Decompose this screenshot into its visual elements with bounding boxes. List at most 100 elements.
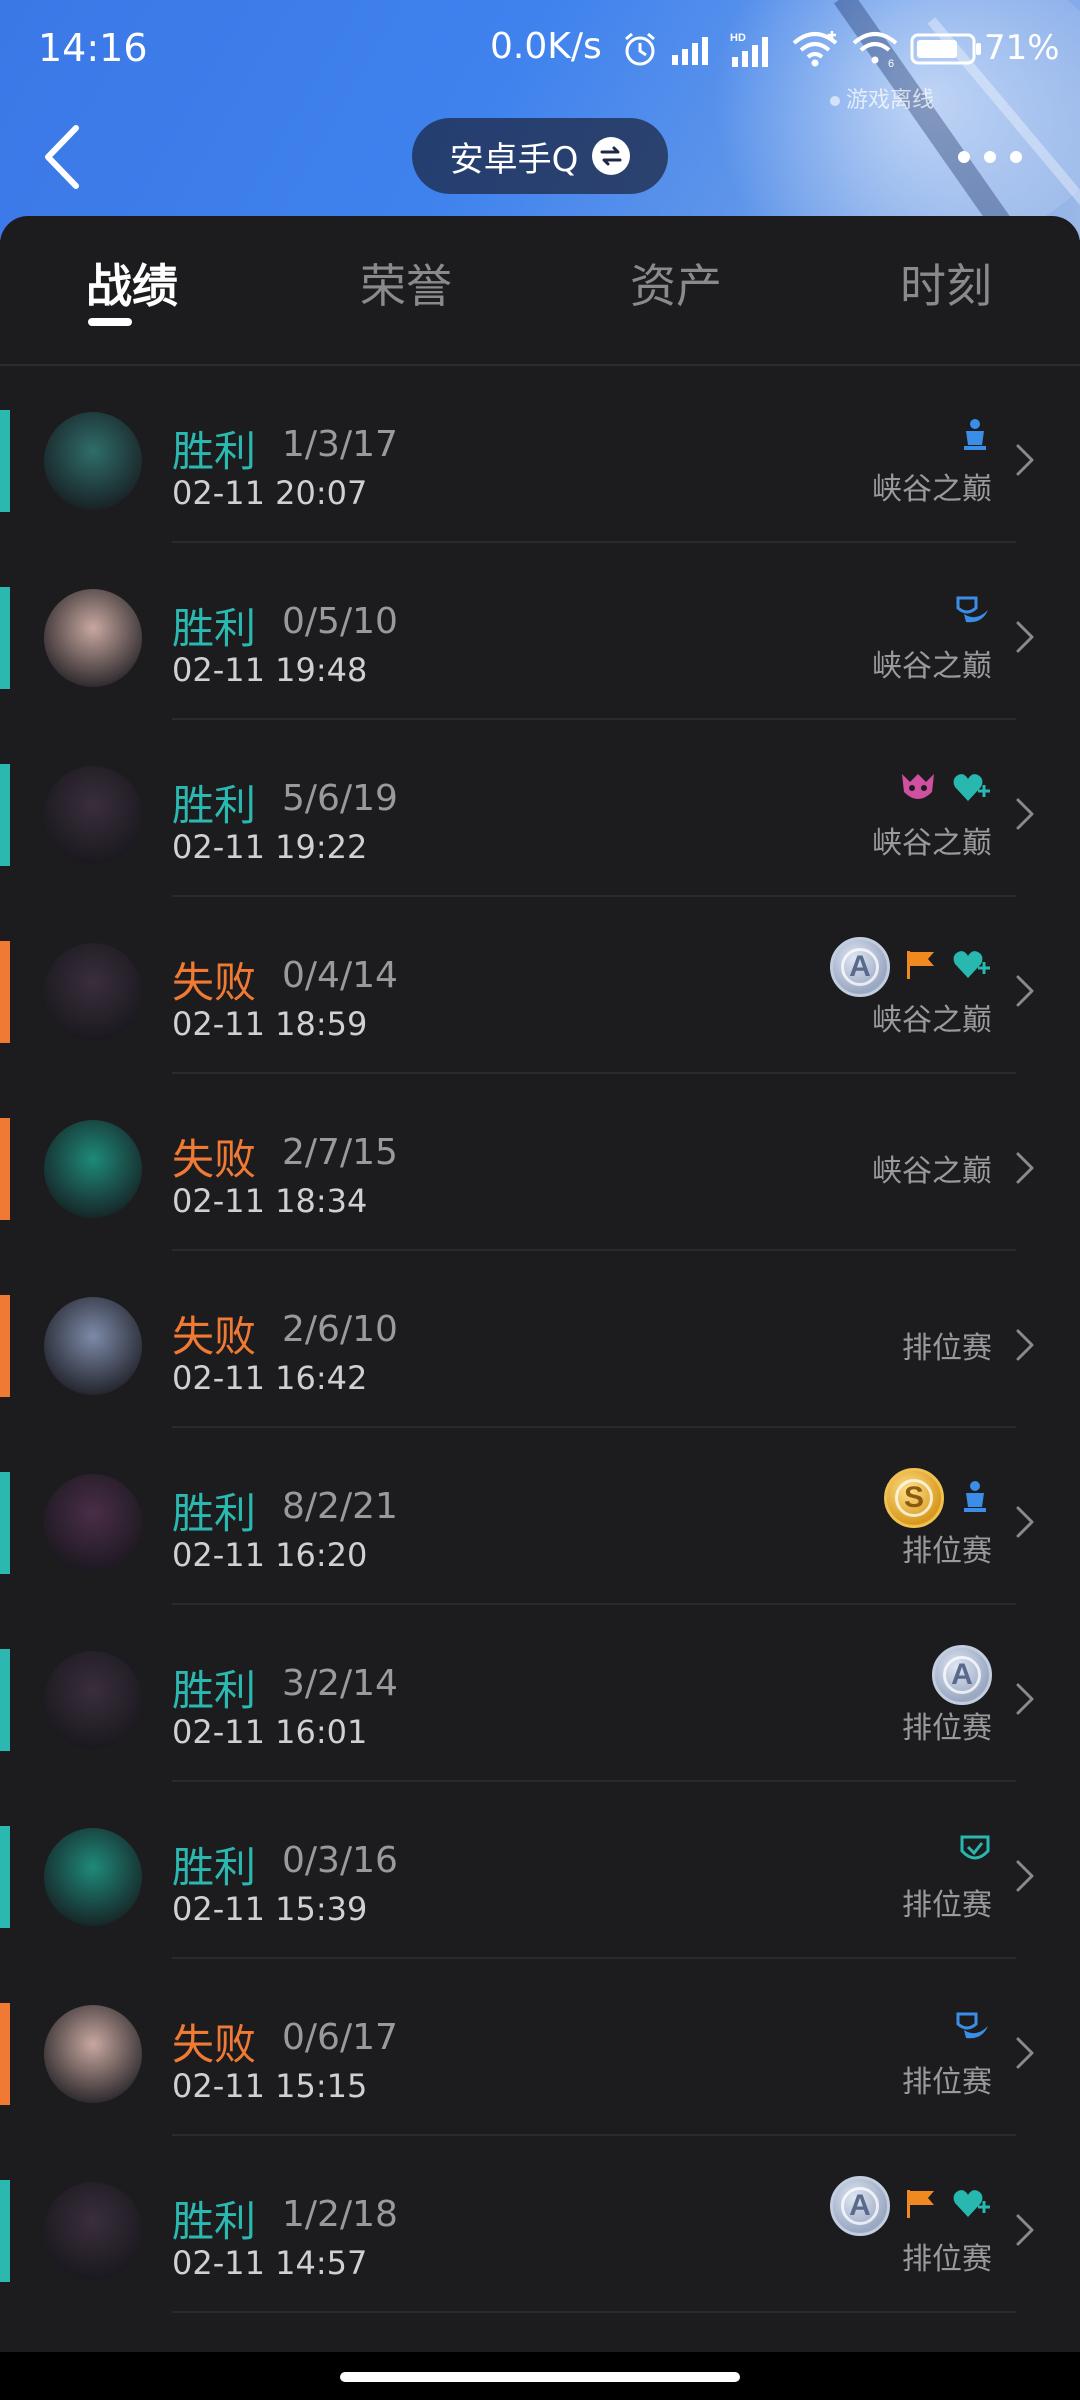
- match-kda: 3/2/14: [282, 1663, 398, 1704]
- mvp-figure-icon: [958, 1479, 992, 1517]
- match-datetime: 02-11 18:34: [172, 1182, 368, 1220]
- status-time: 14:16: [38, 26, 148, 70]
- home-indicator[interactable]: [340, 2372, 740, 2382]
- match-mode: 排位赛: [902, 1888, 992, 1923]
- outcome-indicator-bar: [0, 410, 10, 512]
- match-row[interactable]: 胜利 0/5/10 02-11 19:48 峡谷之巅: [0, 543, 1080, 720]
- hero-avatar: [44, 766, 142, 864]
- svg-text:HD: HD: [730, 32, 746, 44]
- match-row[interactable]: 胜利 1/3/17 02-11 20:07 峡谷之巅: [0, 366, 1080, 543]
- tab-assets[interactable]: 资产: [630, 250, 722, 316]
- outcome-indicator-bar: [0, 2180, 10, 2282]
- hero-avatar: [44, 2182, 142, 2280]
- chevron-right-icon: [1016, 2214, 1034, 2246]
- tab-indicator: [88, 318, 132, 326]
- match-badges: S: [884, 1468, 992, 1528]
- mvp-figure-icon: [958, 417, 992, 455]
- outcome-indicator-bar: [0, 1826, 10, 1928]
- match-mode: 峡谷之巅: [872, 649, 992, 684]
- chevron-right-icon: [1016, 2037, 1034, 2069]
- hero-avatar: [44, 943, 142, 1041]
- match-kda: 0/4/14: [282, 955, 398, 996]
- match-kda: 1/3/17: [282, 424, 398, 465]
- medal-s-icon: S: [884, 1468, 944, 1528]
- match-kda: 1/2/18: [282, 2194, 398, 2235]
- match-row[interactable]: 失败 2/6/10 02-11 16:42 排位赛: [0, 1251, 1080, 1428]
- match-mode: 排位赛: [902, 1331, 992, 1366]
- more-dot-icon: [984, 151, 996, 163]
- match-mode: 峡谷之巅: [872, 472, 992, 507]
- tab-honor[interactable]: 荣誉: [360, 250, 452, 316]
- match-row[interactable]: 胜利 0/3/16 02-11 15:39 排位赛: [0, 1782, 1080, 1959]
- outcome-indicator-bar: [0, 764, 10, 866]
- match-datetime: 02-11 19:22: [172, 828, 368, 866]
- match-row[interactable]: 失败 2/7/15 02-11 18:34 峡谷之巅: [0, 1074, 1080, 1251]
- match-result: 胜利: [172, 604, 257, 653]
- match-badges: [952, 1999, 992, 2059]
- match-result: 失败: [172, 2020, 257, 2069]
- match-datetime: 02-11 16:01: [172, 1713, 368, 1751]
- hero-avatar: [44, 589, 142, 687]
- chevron-right-icon: [1016, 1152, 1034, 1184]
- chevron-right-icon: [1016, 1506, 1034, 1538]
- outcome-indicator-bar: [0, 941, 10, 1043]
- chevron-right-icon: [1016, 621, 1034, 653]
- heart-plus-icon: [952, 948, 992, 986]
- outcome-indicator-bar: [0, 2003, 10, 2105]
- match-row[interactable]: 胜利 1/2/18 02-11 14:57 A 排位赛: [0, 2136, 1080, 2313]
- match-datetime: 02-11 18:59: [172, 1005, 368, 1043]
- match-mode: 峡谷之巅: [872, 826, 992, 861]
- more-button[interactable]: [958, 142, 1022, 172]
- tab-moments[interactable]: 时刻: [900, 250, 992, 316]
- match-kda: 0/6/17: [282, 2017, 398, 2058]
- chevron-right-icon: [1016, 1860, 1034, 1892]
- outcome-indicator-bar: [0, 1649, 10, 1751]
- match-row[interactable]: 胜利 5/6/19 02-11 19:22 峡谷之巅: [0, 720, 1080, 897]
- match-datetime: 02-11 20:07: [172, 474, 368, 512]
- row-divider: [172, 2311, 1016, 2313]
- back-button[interactable]: [40, 122, 90, 192]
- match-mode: 峡谷之巅: [872, 1003, 992, 1038]
- status-dot-icon: [830, 96, 840, 106]
- match-kda: 2/6/10: [282, 1309, 398, 1350]
- match-badges: [898, 760, 992, 820]
- match-mode: 峡谷之巅: [872, 1154, 992, 1189]
- game-status: 游戏离线: [830, 82, 934, 114]
- match-datetime: 02-11 19:48: [172, 651, 368, 689]
- heart-plus-icon: [952, 2187, 992, 2225]
- medal-a-icon: A: [830, 2176, 890, 2236]
- chevron-right-icon: [1016, 444, 1034, 476]
- match-result: 胜利: [172, 2197, 257, 2246]
- match-datetime: 02-11 16:20: [172, 1536, 368, 1574]
- match-result: 胜利: [172, 427, 257, 476]
- hero-avatar: [44, 412, 142, 510]
- match-row[interactable]: 失败 0/4/14 02-11 18:59 A 峡谷之巅: [0, 897, 1080, 1074]
- chevron-left-icon: [45, 125, 79, 189]
- game-status-label: 游戏离线: [846, 88, 935, 113]
- wifi-6-icon: 6: [852, 32, 898, 69]
- medal-a-icon: A: [830, 937, 890, 997]
- hero-avatar: [44, 1120, 142, 1218]
- heart-plus-icon: [952, 771, 992, 809]
- account-switcher[interactable]: 安卓手Q: [412, 118, 668, 194]
- tab-record[interactable]: 战绩: [86, 250, 178, 316]
- chevron-right-icon: [1016, 1683, 1034, 1715]
- hero-avatar: [44, 1828, 142, 1926]
- shield-check-icon: [958, 1833, 992, 1871]
- match-result: 失败: [172, 1135, 257, 1184]
- switch-account-icon: [592, 137, 631, 175]
- match-result: 胜利: [172, 1843, 257, 1892]
- network-speed: 0.0K/s: [490, 26, 602, 67]
- outcome-indicator-bar: [0, 1295, 10, 1397]
- outcome-indicator-bar: [0, 587, 10, 689]
- match-row[interactable]: 胜利 8/2/21 02-11 16:20 S 排位赛: [0, 1428, 1080, 1605]
- hero-avatar: [44, 1474, 142, 1572]
- match-badges: [958, 406, 992, 466]
- match-kda: 0/5/10: [282, 601, 398, 642]
- match-row[interactable]: 失败 0/6/17 02-11 15:15 排位赛: [0, 1959, 1080, 2136]
- match-row[interactable]: 胜利 3/2/14 02-11 16:01 A 排位赛: [0, 1605, 1080, 1782]
- match-mode: 排位赛: [902, 2065, 992, 2100]
- signal-icon: [672, 37, 708, 65]
- match-badges: [952, 583, 992, 643]
- match-kda: 8/2/21: [282, 1486, 398, 1527]
